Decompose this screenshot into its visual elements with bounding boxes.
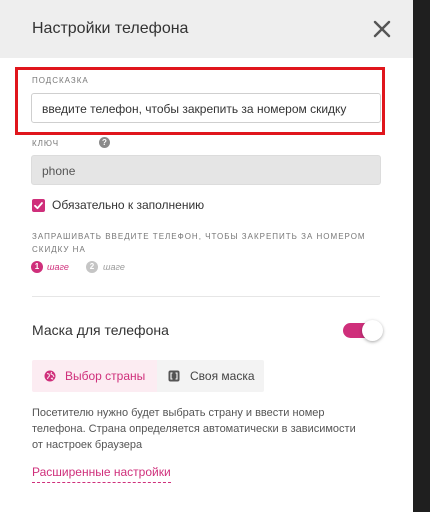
ask-on-step-label: ЗАПРАШИВАТЬ ВВЕДИТЕ ТЕЛЕФОН, ЧТОБЫ ЗАКРЕ… [32, 232, 366, 254]
phone-settings-panel: Настройки телефона ПОДСКАЗКА введите тел… [0, 0, 413, 512]
panel-header: Настройки телефона [0, 0, 413, 58]
country-select-label: Выбор страны [65, 369, 146, 383]
mask-description: Посетителю нужно будет выбрать страну и … [32, 407, 356, 451]
step-2-button[interactable]: 2 [86, 261, 98, 273]
toggle-knob [362, 320, 383, 341]
brackets-icon [168, 370, 180, 382]
close-button[interactable] [369, 16, 395, 42]
custom-mask-tab[interactable]: Своя маска [157, 360, 264, 392]
mask-toggle[interactable] [343, 320, 383, 341]
close-icon [373, 20, 391, 38]
required-checkbox[interactable] [32, 199, 45, 212]
key-input[interactable]: phone [31, 155, 381, 185]
panel-title: Настройки телефона [32, 20, 189, 37]
globe-icon [44, 370, 56, 382]
checkmark-icon [34, 202, 43, 210]
section-divider [32, 296, 380, 297]
hint-label: ПОДСКАЗКА [32, 76, 89, 85]
key-label: КЛЮЧ [32, 139, 60, 148]
step-1-label[interactable]: шаге [47, 262, 69, 273]
step-2-label[interactable]: шаге [103, 262, 125, 273]
hint-input[interactable]: введите телефон, чтобы закрепить за номе… [31, 93, 381, 123]
mask-title: Маска для телефона [32, 322, 169, 338]
required-label[interactable]: Обязательно к заполнению [52, 198, 204, 212]
help-icon[interactable]: ? [99, 137, 110, 148]
step-1-button[interactable]: 1 [31, 261, 43, 273]
country-select-tab[interactable]: Выбор страны [32, 360, 157, 392]
advanced-settings-link[interactable]: Расширенные настройки [32, 465, 171, 483]
custom-mask-label: Своя маска [190, 369, 255, 383]
